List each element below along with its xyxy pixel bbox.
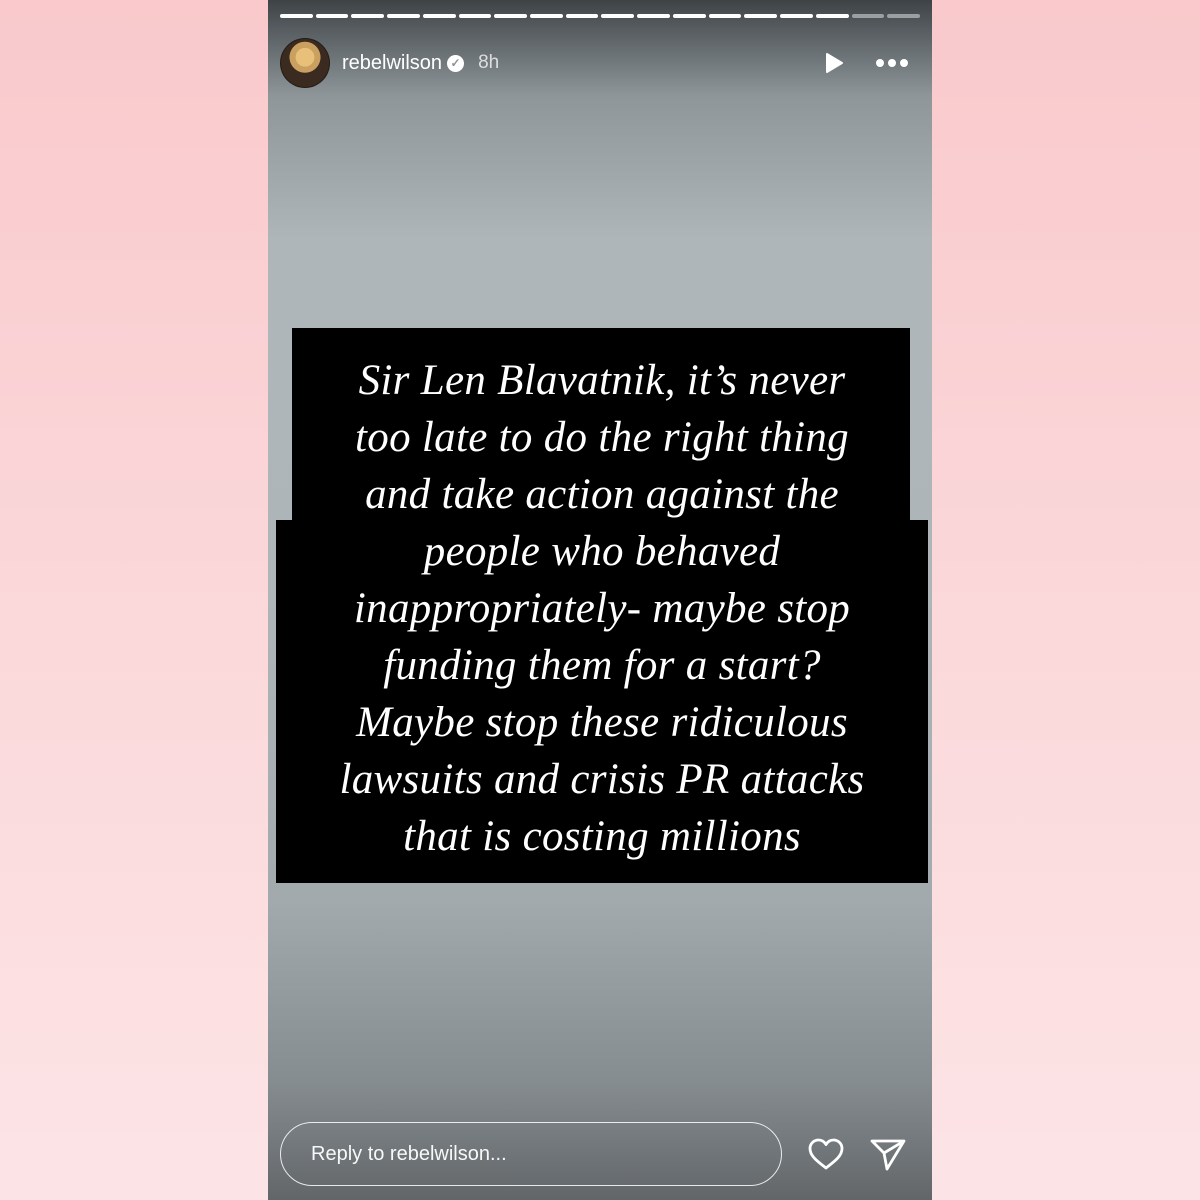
progress-segment <box>422 14 456 18</box>
progress-segment <box>851 14 885 18</box>
progress-segment <box>458 14 492 18</box>
progress-segment <box>315 14 349 18</box>
story-text-line: funding them for a start? <box>383 642 821 689</box>
play-button[interactable] <box>814 43 854 83</box>
story-progress-bar <box>280 14 920 18</box>
story-text-line: that is costing millions <box>403 813 801 860</box>
verified-badge-icon: ✓ <box>447 54 465 72</box>
story-text-line: Maybe stop these ridiculous <box>356 699 848 746</box>
more-options-button[interactable] <box>872 43 912 83</box>
avatar[interactable] <box>280 38 330 88</box>
progress-segment <box>351 14 385 18</box>
username[interactable]: rebelwilson <box>342 52 442 75</box>
progress-segment <box>815 14 849 18</box>
story-text: Sir Len Blavatnik, it’s never too late to… <box>276 352 928 865</box>
reply-input[interactable]: Reply to rebelwilson... <box>280 1122 782 1186</box>
progress-segment <box>887 14 920 18</box>
send-button[interactable] <box>868 1135 908 1175</box>
progress-segment <box>494 14 528 18</box>
send-icon <box>870 1139 906 1171</box>
like-button[interactable] <box>806 1135 846 1175</box>
progress-segment <box>530 14 563 18</box>
progress-segment <box>565 14 599 18</box>
story-text-line: Sir Len Blavatnik, it’s never <box>358 357 846 404</box>
reply-placeholder: Reply to rebelwilson... <box>311 1142 507 1165</box>
post-time: 8h <box>478 52 500 73</box>
story-viewer[interactable]: rebelwilson ✓ 8h Sir Len Blavatnik, it’s… <box>268 0 932 1200</box>
story-header: rebelwilson ✓ 8h <box>280 37 920 89</box>
more-options-icon <box>876 59 908 67</box>
story-text-line: and take action against the <box>365 471 839 518</box>
progress-segment <box>601 14 635 18</box>
play-icon <box>826 53 843 73</box>
heart-icon <box>808 1138 844 1170</box>
progress-segment <box>708 14 742 18</box>
story-text-line: lawsuits and crisis PR attacks <box>339 756 865 803</box>
progress-segment <box>387 14 420 18</box>
progress-segment <box>672 14 706 18</box>
progress-segment <box>744 14 778 18</box>
story-text-line: people who behaved <box>423 528 781 575</box>
progress-segment <box>780 14 813 18</box>
progress-segment <box>637 14 670 18</box>
story-text-line: inappropriately- maybe stop <box>353 585 851 632</box>
progress-segment <box>280 14 313 18</box>
story-text-line: too late to do the right thing <box>355 414 849 461</box>
